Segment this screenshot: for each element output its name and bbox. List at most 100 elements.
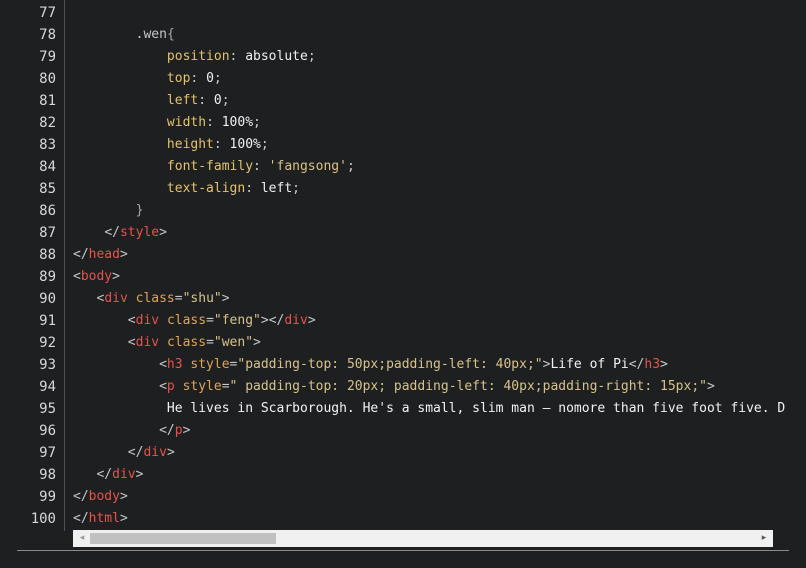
code-line[interactable]: <body>: [73, 266, 120, 288]
code-line[interactable]: font-family: 'fangsong';: [73, 156, 355, 178]
code-line[interactable]: text-align: left;: [73, 178, 300, 200]
horizontal-scrollbar[interactable]: ◂ ▸: [73, 530, 773, 547]
line-number: 94: [39, 379, 56, 395]
code-line[interactable]: <p style=" padding-top: 20px; padding-le…: [73, 376, 715, 398]
code-token-str: "padding-top: 50px;padding-left: 40px;": [237, 357, 543, 372]
code-line[interactable]: </div>: [73, 442, 175, 464]
code-line[interactable]: </head>: [73, 244, 128, 266]
code-line[interactable]: </div>: [73, 464, 143, 486]
line-number: 80: [39, 71, 56, 87]
line-number: 87: [39, 225, 56, 241]
code-line[interactable]: top: 0;: [73, 68, 222, 90]
code-token-prop: height: [166, 137, 214, 152]
code-token-punc: >: [119, 489, 128, 504]
code-line[interactable]: position: absolute;: [73, 46, 316, 68]
code-area[interactable]: .wen{ position: absolute; top: 0; left: …: [73, 0, 793, 531]
code-token-punc: >: [135, 467, 144, 482]
code-line[interactable]: </p>: [73, 420, 190, 442]
code-token-punc: <: [127, 335, 136, 350]
code-token-punc: >: [307, 313, 316, 328]
code-token-punc: ;: [260, 137, 269, 152]
code-token-text: Life of Pi: [550, 357, 629, 372]
line-number: 95: [39, 401, 56, 417]
code-token-punc: =: [221, 379, 230, 394]
code-line[interactable]: He lives in Scarborough. He's a small, s…: [73, 398, 785, 420]
code-token-tag: div: [135, 313, 160, 328]
code-token-punc: ></: [260, 313, 285, 328]
code-token-punc: <: [159, 357, 167, 372]
code-token-tag: html: [88, 511, 120, 526]
code-token-punc: </: [96, 467, 113, 482]
divider: [17, 550, 789, 551]
code-token-punc: ;: [292, 181, 300, 196]
code-line[interactable]: <div class="feng"></div>: [73, 310, 316, 332]
line-number: 89: [39, 269, 56, 285]
code-line[interactable]: <h3 style="padding-top: 50px;padding-lef…: [73, 354, 668, 376]
code-token-punc: >: [253, 335, 261, 350]
code-token-tag: div: [143, 445, 167, 460]
line-number: 98: [39, 467, 56, 483]
line-number: 96: [39, 423, 56, 439]
code-token-val: absolute: [245, 49, 308, 64]
code-line[interactable]: width: 100%;: [73, 112, 261, 134]
code-token-punc: :: [245, 181, 261, 196]
line-number: 77: [39, 5, 56, 21]
code-line[interactable]: .wen{: [73, 24, 175, 46]
code-token-tag: style: [119, 225, 160, 240]
code-token-punc: =: [206, 335, 214, 350]
code-line[interactable]: }: [73, 200, 144, 222]
code-token-punc: ;: [221, 93, 230, 108]
code-token-punc: ;: [307, 49, 316, 64]
code-editor[interactable]: 77 78 79 80 81 82 83 84 85 86 87 88 89 90 91 92 93 94 95 96…: [0, 0, 806, 568]
code-token-prop: width: [166, 115, 207, 130]
code-token-attr: class: [166, 335, 207, 350]
code-token-str: "wen": [213, 335, 254, 350]
code-line[interactable]: <div class="wen">: [73, 332, 261, 354]
scrollbar-thumb[interactable]: [90, 533, 276, 544]
code-token-prop: position: [166, 49, 230, 64]
code-token-str: "shu": [182, 291, 222, 306]
code-token-punc: >: [112, 269, 120, 284]
line-number: 86: [39, 203, 56, 219]
code-token-punc: :: [213, 137, 230, 152]
code-token-tag: h3: [166, 357, 183, 372]
code-line[interactable]: <div class="shu">: [73, 288, 229, 310]
code-token-attr: style: [190, 357, 230, 372]
code-token-brace: }: [135, 203, 144, 218]
code-line[interactable]: left: 0;: [73, 90, 230, 112]
code-token-punc: [128, 291, 136, 306]
code-token-prop: text-align: [166, 181, 246, 196]
line-number: 100: [30, 511, 56, 527]
code-line[interactable]: </body>: [73, 486, 128, 508]
code-line[interactable]: height: 100%;: [73, 134, 269, 156]
line-number: 93: [39, 357, 56, 373]
code-token-tag: div: [284, 313, 308, 328]
scroll-right-arrow-icon[interactable]: ▸: [757, 530, 771, 547]
code-token-punc: >: [660, 357, 668, 372]
line-number: 99: [39, 489, 56, 505]
line-number: 92: [39, 335, 56, 351]
code-token-punc: </: [628, 357, 645, 372]
scroll-left-arrow-icon[interactable]: ◂: [75, 530, 89, 547]
code-token-text: He lives in Scarborough. He's a small, s…: [166, 401, 786, 416]
code-token-punc: >: [166, 445, 175, 460]
code-token-punc: <: [159, 379, 167, 394]
code-line[interactable]: </style>: [73, 222, 167, 244]
code-line[interactable]: </html>: [73, 508, 128, 530]
code-token-str: " padding-top: 20px; padding-left: 40px;…: [229, 379, 707, 394]
code-token-attr: class: [166, 313, 207, 328]
line-number: 91: [39, 313, 56, 329]
